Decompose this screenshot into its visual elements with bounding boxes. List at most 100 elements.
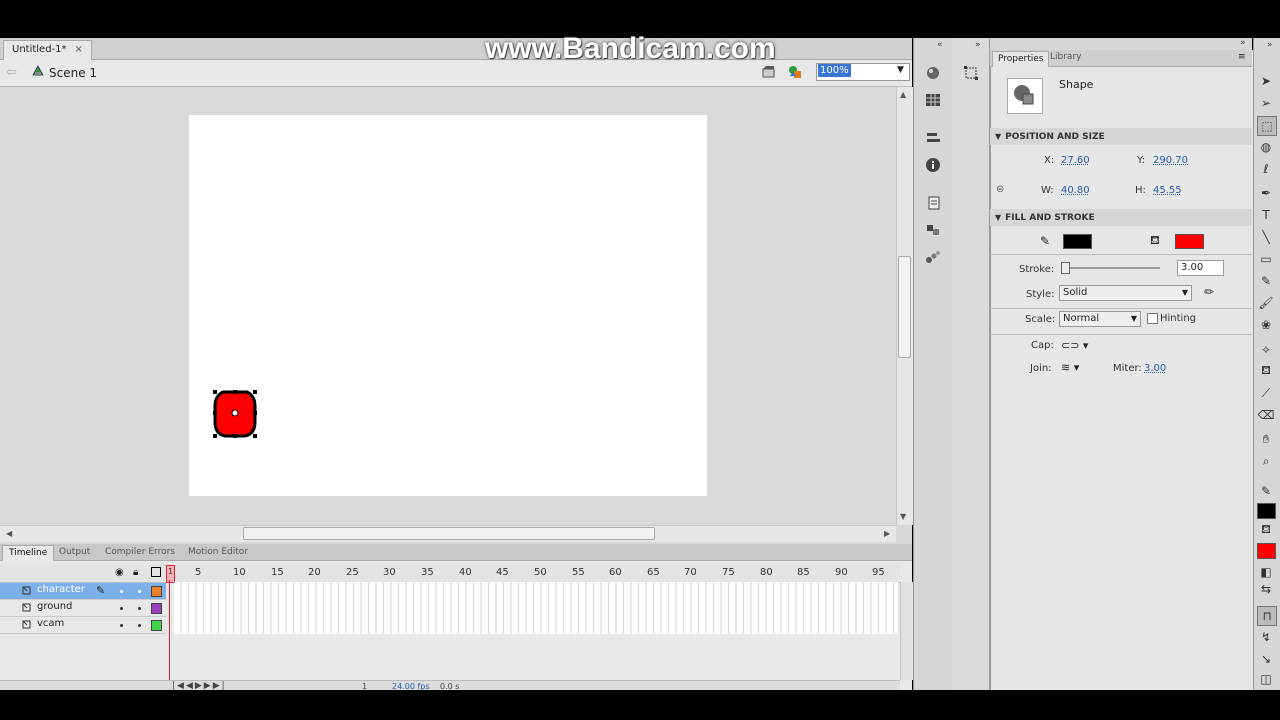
eyedropper-tool-icon[interactable]: ⟋	[1257, 384, 1275, 402]
section-fill-stroke[interactable]: ▼ FILL AND STROKE	[990, 209, 1252, 226]
code-snippets-icon[interactable]	[924, 195, 942, 211]
x-value[interactable]: 27.60	[1061, 155, 1090, 166]
fill-color-swatch[interactable]	[1175, 234, 1204, 249]
tab-timeline[interactable]: Timeline	[2, 545, 55, 561]
components-icon[interactable]	[924, 222, 942, 238]
info-panel-icon[interactable]	[924, 157, 942, 173]
selection-tool-icon[interactable]: ➤	[1257, 72, 1275, 90]
snap-to-objects-icon[interactable]: ⊓	[1257, 606, 1277, 626]
scale-dropdown[interactable]: Normal ▼	[1059, 311, 1141, 327]
chevron-down-icon[interactable]: ▼	[897, 65, 904, 75]
layer-name[interactable]: vcam	[37, 618, 64, 629]
hinting-checkbox[interactable]	[1147, 313, 1158, 324]
y-value[interactable]: 290.70	[1153, 155, 1188, 166]
stroke-color-swatch[interactable]	[1063, 234, 1092, 249]
layer-color-swatch[interactable]	[151, 620, 162, 631]
layer-color-swatch[interactable]	[151, 586, 162, 597]
line-tool-icon[interactable]: ╲	[1257, 228, 1275, 246]
scroll-left-icon[interactable]: ◀	[6, 529, 12, 538]
tab-properties[interactable]: Properties	[992, 51, 1050, 67]
lock-dot[interactable]	[138, 607, 141, 610]
layer-color-swatch[interactable]	[151, 603, 162, 614]
zoom-tool-icon[interactable]: ⌕	[1257, 452, 1275, 470]
text-tool-icon[interactable]: T	[1257, 206, 1275, 224]
horizontal-scroll-thumb[interactable]	[243, 527, 655, 540]
scene-label[interactable]: Scene 1	[49, 66, 97, 80]
3d-rotation-tool-icon[interactable]: ◍	[1257, 138, 1275, 156]
join-style-dropdown[interactable]: ≋ ▾	[1061, 361, 1079, 374]
black-white-icon[interactable]: ◧	[1257, 563, 1275, 581]
pencil-tool-icon[interactable]: ✎	[1257, 272, 1275, 290]
layer-name[interactable]: character	[37, 584, 85, 595]
straighten-icon[interactable]: ↘	[1257, 650, 1275, 668]
edit-symbol-icon[interactable]	[787, 64, 803, 80]
scroll-right-icon[interactable]: ▶	[884, 529, 890, 538]
stroke-color-tool-swatch[interactable]	[1257, 503, 1276, 519]
cap-style-dropdown[interactable]: ⊂⊃ ▾	[1061, 339, 1088, 352]
align-panel-icon[interactable]	[924, 130, 942, 146]
eye-icon[interactable]: ◉	[115, 567, 124, 578]
collapse-icon[interactable]: »	[1267, 40, 1273, 50]
pen-tool-icon[interactable]: ✒	[1257, 184, 1275, 202]
timeline-scrollbar[interactable]	[900, 582, 913, 680]
visibility-dot[interactable]	[120, 590, 123, 593]
brush-tool-icon[interactable]: 🖌︎	[1257, 294, 1275, 312]
tab-motion-editor[interactable]: Motion Editor	[182, 545, 254, 560]
tab-output[interactable]: Output	[53, 545, 96, 560]
bone-tool-icon[interactable]: ⟡	[1257, 340, 1275, 358]
scroll-up-icon[interactable]: ▲	[900, 90, 906, 99]
lasso-tool-icon[interactable]: ℓ	[1257, 160, 1275, 178]
layer-row-ground[interactable]: ground	[0, 600, 166, 617]
color-panel-icon[interactable]	[924, 65, 942, 81]
swap-colors-icon[interactable]: ⇆	[1257, 580, 1275, 598]
zoom-value[interactable]: 100%	[818, 64, 851, 77]
link-icon[interactable]: ⊜	[996, 184, 1004, 195]
section-position-size[interactable]: ▼ POSITION AND SIZE	[990, 128, 1252, 145]
stroke-slider-thumb[interactable]	[1061, 262, 1070, 274]
frame-grid[interactable]	[174, 582, 898, 634]
back-arrow-icon[interactable]: ⇦	[6, 65, 17, 80]
edit-scene-icon[interactable]	[762, 65, 776, 79]
outline-icon[interactable]	[151, 567, 161, 577]
collapse-icon[interactable]: »	[975, 40, 981, 50]
layer-name[interactable]: ground	[37, 601, 72, 612]
swatches-panel-icon[interactable]	[924, 92, 942, 108]
selected-shape[interactable]	[211, 388, 259, 440]
tab-library[interactable]: Library	[1050, 52, 1081, 62]
stroke-width-input[interactable]: 3.00	[1177, 260, 1224, 276]
eraser-tool-icon[interactable]: ⌫	[1257, 406, 1275, 424]
paint-bucket-tool-icon[interactable]: ⛾	[1257, 362, 1275, 380]
collapse-icon[interactable]: «	[937, 40, 943, 50]
h-value[interactable]: 45.55	[1153, 185, 1182, 196]
panel-menu-icon[interactable]: ≡	[1238, 52, 1246, 62]
hand-tool-icon[interactable]: ✋︎	[1257, 430, 1275, 448]
layer-row-character[interactable]: character ✎	[0, 583, 166, 600]
document-tab[interactable]: Untitled-1* ×	[3, 40, 92, 60]
lock-icon[interactable]: 🔒︎	[133, 567, 138, 578]
visibility-dot[interactable]	[120, 624, 123, 627]
close-icon[interactable]: ×	[75, 44, 83, 55]
w-value[interactable]: 40.80	[1061, 185, 1090, 196]
layer-row-vcam[interactable]: vcam	[0, 617, 166, 634]
lock-dot[interactable]	[138, 624, 141, 627]
subselection-tool-icon[interactable]: ➢	[1257, 94, 1275, 112]
rectangle-tool-icon[interactable]: ▭	[1257, 250, 1275, 268]
edit-stroke-style-icon[interactable]: ✏	[1204, 285, 1214, 299]
lock-dot[interactable]	[138, 590, 141, 593]
vertical-scroll-thumb[interactable]	[898, 256, 911, 358]
tab-compiler-errors[interactable]: Compiler Errors	[99, 545, 181, 560]
smooth-icon[interactable]: ↯	[1257, 628, 1275, 646]
stage[interactable]	[189, 115, 707, 496]
fill-color-tool-swatch[interactable]	[1257, 543, 1276, 559]
scroll-down-icon[interactable]: ▼	[900, 512, 906, 521]
motion-presets-icon[interactable]	[924, 249, 942, 265]
option-icon[interactable]: ◫	[1257, 670, 1275, 688]
miter-value[interactable]: 3.00	[1144, 363, 1166, 374]
transform-panel-icon[interactable]	[962, 65, 980, 81]
collapse-icon[interactable]: »	[1240, 38, 1246, 48]
stroke-slider-track[interactable]	[1065, 267, 1160, 269]
style-dropdown[interactable]: Solid ▼	[1059, 285, 1192, 301]
deco-tool-icon[interactable]: ❀	[1257, 316, 1275, 334]
visibility-dot[interactable]	[120, 607, 123, 610]
free-transform-tool-icon[interactable]: ⬚	[1257, 116, 1277, 136]
